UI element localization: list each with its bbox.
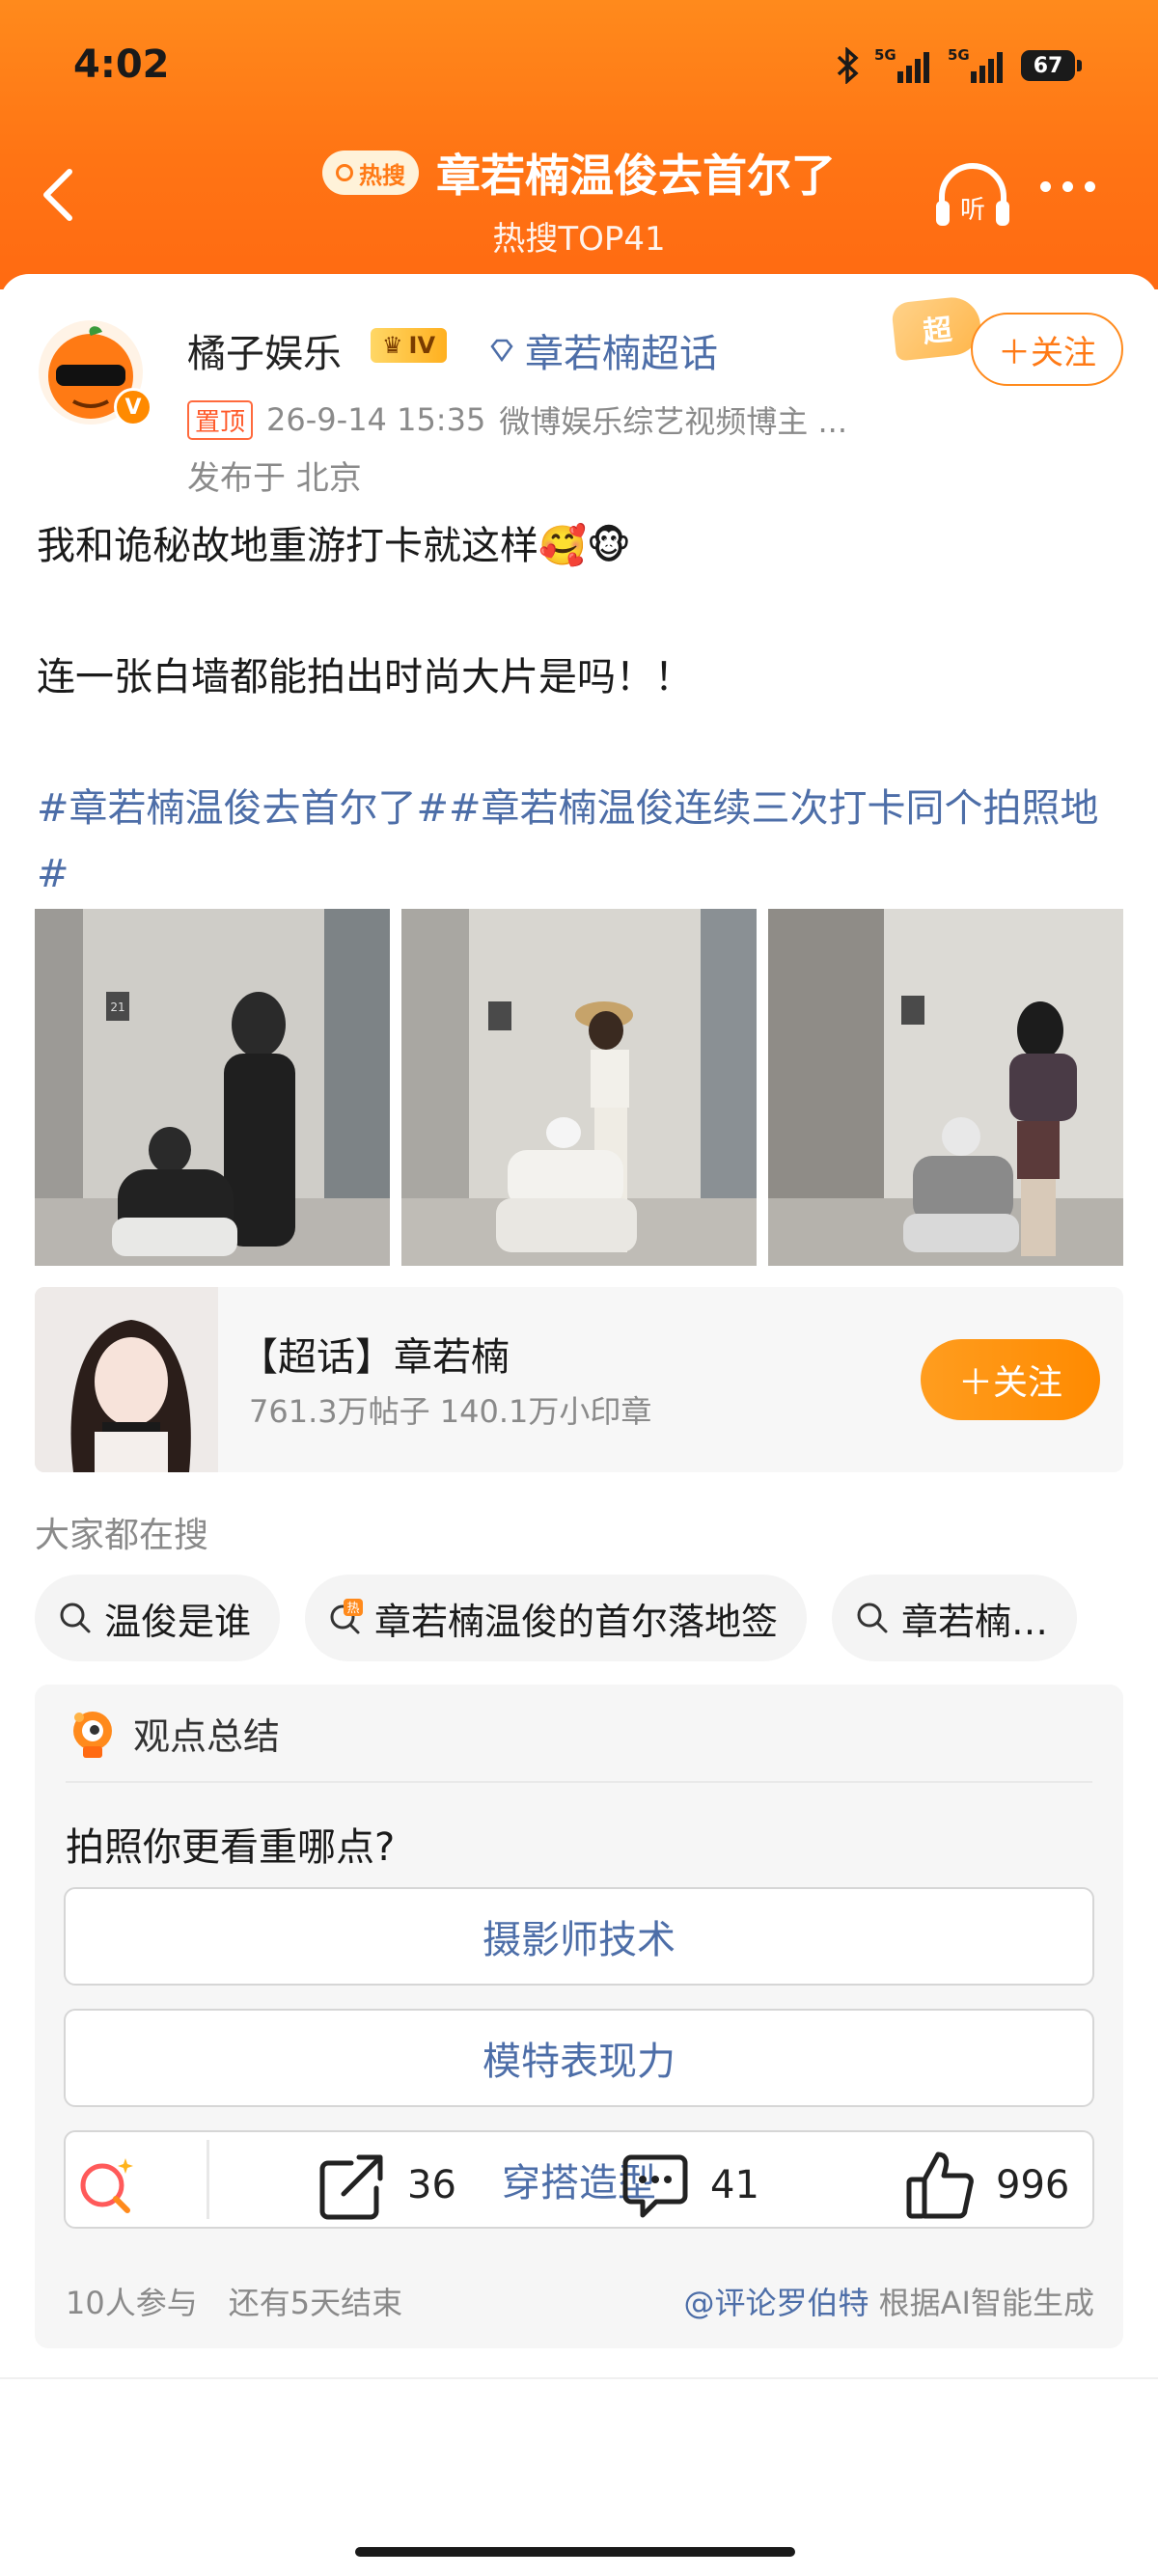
search-chip-label: 章若楠… — [901, 1600, 1049, 1643]
hot-mark: 热 — [347, 1602, 360, 1616]
remaining-time: 还有5天结束 — [228, 2285, 403, 2321]
signal-label: 5G — [874, 46, 896, 64]
like-button[interactable]: 996 — [901, 2132, 1069, 2238]
supertopic-stats: 761.3万帖子 140.1万小印章 — [249, 1393, 652, 1430]
diamond-icon — [490, 339, 513, 363]
comment-icon — [622, 2154, 688, 2218]
thumbs-up-icon — [906, 2151, 974, 2219]
supertopic-follow-button[interactable]: ＋关注 — [921, 1339, 1100, 1420]
signal-icon: 5G — [874, 46, 929, 83]
more-options-icon[interactable] — [1040, 181, 1095, 192]
bluetooth-icon — [837, 47, 859, 84]
page-title: 章若楠温俊去首尔了 — [436, 150, 836, 202]
toolbar-divider — [0, 2377, 1158, 2379]
search-chip[interactable]: 热 章若楠温俊的首尔落地签 — [305, 1575, 808, 1661]
hot-search-badge: 热搜 — [322, 151, 419, 195]
participants-count: 10人参与 — [66, 2285, 198, 2321]
search-icon — [60, 1603, 91, 1633]
hashtag-link[interactable]: #章若楠温俊去首尔了# — [37, 786, 449, 831]
search-chip-label: 章若楠温俊的首尔落地签 — [374, 1600, 779, 1643]
pinned-badge: 置顶 — [187, 399, 254, 440]
hot-badge-label: 热搜 — [359, 161, 405, 189]
supertopic-link[interactable]: 章若楠超话 — [488, 322, 718, 378]
ai-search-button[interactable] — [68, 2132, 145, 2238]
opinion-option[interactable]: 模特表现力 — [64, 2009, 1094, 2107]
trending-search-heading: 大家都在搜 — [35, 1516, 209, 1555]
ai-generated-note: @评论罗伯特 根据AI智能生成 — [683, 2279, 1094, 2323]
post-photo[interactable] — [768, 909, 1123, 1266]
post-line-1: 我和诡秘故地重游打卡就这样🥰🐵 — [37, 524, 632, 568]
search-chip[interactable]: 温俊是谁 — [35, 1575, 281, 1661]
status-time: 4:02 — [73, 42, 170, 87]
nav-bar: 热搜 章若楠温俊去首尔了 热搜TOP41 听 — [0, 135, 1158, 260]
post-photo[interactable]: 21 — [35, 909, 390, 1266]
follow-button[interactable]: ＋关注 — [971, 313, 1123, 386]
post-source: 微博娱乐综艺视频博主 ... — [499, 403, 847, 440]
status-icons: 5G 5G 67 — [836, 46, 1082, 85]
post-datetime: 26-9-14 15:35 — [266, 401, 486, 438]
home-indicator[interactable] — [355, 2547, 795, 2557]
opinion-summary-panel: 观点总结 拍照你更看重哪点? 摄影师技术 模特表现力 穿搭造型 10人参与 还有… — [35, 1685, 1123, 2348]
search-icon — [857, 1603, 888, 1633]
post-body: 我和诡秘故地重游打卡就这样🥰🐵 连一张白墙都能拍出时尚大片是吗！！ #章若楠温俊… — [37, 513, 1127, 907]
post-meta: 置顶 26-9-14 15:35 微博娱乐综艺视频博主 ... — [187, 397, 847, 442]
photo-grid: 21 — [35, 909, 1123, 1266]
share-icon — [319, 2154, 383, 2220]
search-chip[interactable]: 章若楠… — [832, 1575, 1078, 1661]
opinion-option[interactable]: 摄影师技术 — [64, 1887, 1094, 1986]
signal-label-2: 5G — [948, 46, 970, 64]
search-icon — [336, 164, 353, 181]
opinion-question: 拍照你更看重哪点? — [66, 1825, 396, 1870]
post-photo[interactable] — [401, 909, 757, 1266]
status-bar: 4:02 5G 5G 67 — [0, 39, 1158, 96]
signal-icon-2: 5G — [948, 46, 1003, 83]
divider — [66, 1781, 1092, 1783]
crown-icon: ♛ — [382, 332, 403, 359]
hot-search-icon: 热 — [330, 1599, 364, 1634]
opinion-heading: 观点总结 — [133, 1714, 281, 1758]
robot-mascot-icon — [73, 1712, 112, 1758]
supertopic-title: 【超话】章若楠 — [239, 1335, 510, 1380]
post-line-2: 连一张白墙都能拍出时尚大片是吗！！ — [37, 655, 693, 699]
level-label: IV — [408, 332, 436, 359]
battery-icon: 67 — [1021, 50, 1082, 81]
search-chip-label: 温俊是谁 — [104, 1600, 252, 1643]
supertopic-card[interactable]: 【超话】章若楠 761.3万帖子 140.1万小印章 ＋关注 — [35, 1287, 1123, 1472]
supertopic-link-label: 章若楠超话 — [525, 332, 718, 376]
opinion-footer: 10人参与 还有5天结束 — [66, 2279, 402, 2323]
headphones-icon[interactable]: 听 — [932, 158, 1013, 232]
wall-number: 21 — [110, 1000, 124, 1014]
opinion-header: 观点总结 — [66, 1706, 280, 1760]
supertopic-image — [35, 1287, 218, 1472]
verified-badge: V — [114, 388, 152, 426]
author-name[interactable]: 橘子娱乐 — [187, 322, 342, 378]
post-location: 发布于 北京 — [187, 459, 362, 498]
share-button[interactable]: 36 — [315, 2132, 456, 2238]
comment-button[interactable]: 41 — [618, 2132, 759, 2238]
like-count: 996 — [996, 2163, 1070, 2207]
share-count: 36 — [407, 2163, 456, 2207]
comment-count: 41 — [710, 2163, 759, 2207]
listen-label: 听 — [960, 196, 985, 225]
search-chips: 温俊是谁 热 章若楠温俊的首尔落地签 章若楠… — [35, 1575, 1125, 1661]
ai-author-link[interactable]: @评论罗伯特 — [683, 2285, 868, 2321]
super-fan-tag: 超 — [891, 294, 983, 362]
toolbar-separator — [207, 2140, 209, 2219]
ai-note: 根据AI智能生成 — [868, 2285, 1094, 2321]
level-badge: ♛ IV — [371, 328, 448, 363]
ai-search-icon — [80, 2158, 133, 2213]
